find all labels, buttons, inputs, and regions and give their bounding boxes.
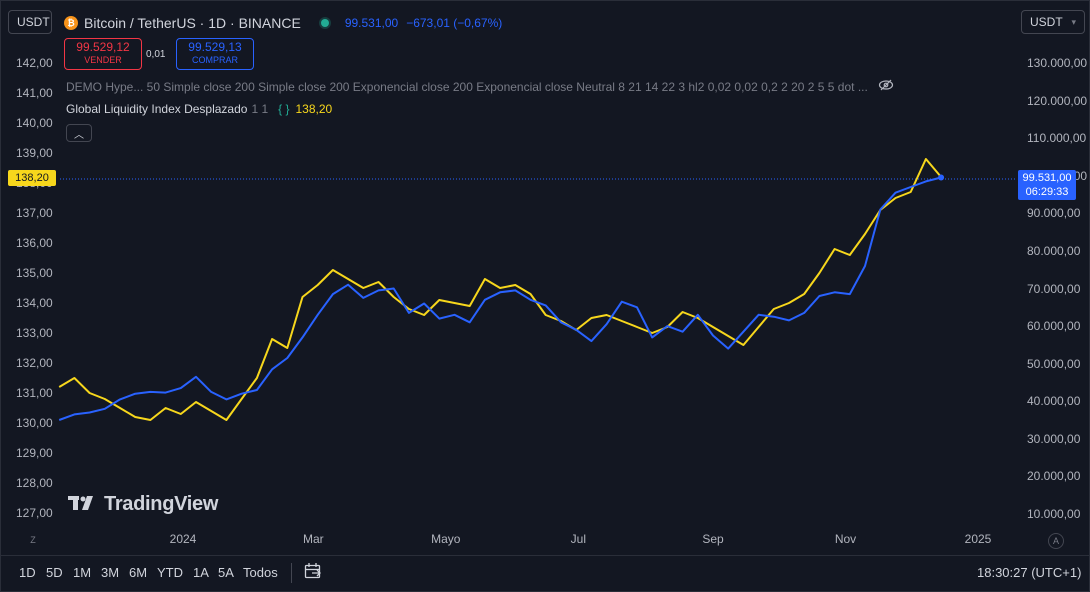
right-axis-tick: 110.000,00 (1027, 131, 1087, 146)
gli-last-value-tag: 138,20 (8, 170, 56, 186)
gli-params: 1 1 (251, 102, 269, 116)
btc-series-line[interactable] (58, 176, 942, 421)
right-axis-tick: 60.000,00 (1027, 319, 1081, 334)
btc-last-point (938, 174, 945, 181)
left-axis-tick: 128,00 (16, 476, 53, 490)
tradingview-watermark: TradingView (68, 493, 218, 516)
chevron-down-icon: ▾ (1071, 16, 1076, 27)
time-axis-tick: Sep (702, 532, 724, 546)
watermark-text: TradingView (104, 493, 219, 515)
left-axis-tick: 129,00 (16, 446, 53, 460)
range-button-1d[interactable]: 1D (19, 565, 36, 580)
time-axis-tick: 2024 (169, 532, 197, 546)
time-axis-tick: Jul (570, 532, 586, 546)
buy-price: 99.529,13 (188, 40, 242, 54)
buy-label: COMPRAR (191, 55, 238, 65)
range-button-3m[interactable]: 3M (101, 565, 119, 580)
left-axis-tick: 137,00 (16, 206, 53, 220)
gli-name: Global Liquidity Index Desplazado (66, 102, 248, 116)
source-code-icon[interactable]: { } (278, 102, 289, 116)
auto-scale-button[interactable]: A (1048, 533, 1064, 549)
spread-value: 0,01 (146, 49, 166, 60)
left-scale-unit-button[interactable]: USDT (8, 10, 52, 34)
range-button-5d[interactable]: 5D (46, 565, 63, 580)
gli-legend-row[interactable]: Global Liquidity Index Desplazado 1 1 { … (66, 102, 332, 116)
right-scale-unit-button[interactable]: USDT ▾ (1021, 10, 1085, 34)
range-button-6m[interactable]: 6M (129, 565, 147, 580)
left-axis-tick: 130,00 (16, 416, 53, 430)
range-button-1m[interactable]: 1M (73, 565, 91, 580)
right-axis-tick: 50.000,00 (1027, 356, 1081, 371)
gli-tag-value: 138,20 (15, 172, 49, 184)
right-axis-tick: 70.000,00 (1027, 281, 1081, 296)
right-axis-tick: 30.000,00 (1027, 431, 1081, 446)
chevron-up-icon: ︿ (74, 129, 84, 141)
btc-last-price-tag: 99.531,00 06:29:33 (1018, 170, 1076, 200)
left-axis-tick: 134,00 (16, 296, 53, 310)
gli-value: 138,20 (295, 102, 333, 116)
sell-label: VENDER (84, 55, 122, 65)
left-axis-tick: 139,00 (16, 146, 53, 160)
right-axis-tick: 90.000,00 (1027, 206, 1081, 221)
left-axis-tick: 132,00 (16, 356, 53, 370)
right-axis-tick: 80.000,00 (1027, 243, 1081, 258)
tradingview-logo-icon (68, 494, 98, 515)
eye-crossed-icon[interactable] (878, 79, 894, 94)
market-open-icon (320, 19, 329, 27)
toolbar-divider (291, 563, 292, 583)
left-axis-tick: 131,00 (16, 386, 53, 400)
symbol-title-row: ₿ Bitcoin / TetherUS · 1D · BINANCE 99.5… (64, 14, 502, 32)
time-axis-tick: 2025 (964, 532, 992, 546)
right-axis-tick: 120.000,00 (1027, 93, 1088, 108)
left-axis-tick: 142,00 (16, 56, 53, 70)
range-button-1a[interactable]: 1A (193, 565, 209, 580)
left-axis-tick: 136,00 (16, 236, 53, 250)
left-axis-tick: 133,00 (16, 326, 53, 340)
last-price: 99.531,00 (344, 16, 399, 30)
right-axis-tick: 130.000,00 (1027, 56, 1088, 70)
left-axis-tick: 135,00 (16, 266, 53, 280)
left-axis-tick: 141,00 (16, 86, 53, 100)
series-layer (58, 158, 945, 421)
left-axis-tick: 127,00 (16, 506, 53, 520)
bar-countdown: 06:29:33 (1025, 186, 1069, 198)
btc-tag-value: 99.531,00 (1022, 172, 1072, 184)
indicators-text: DEMO Hype... 50 Simple close 200 Simple … (66, 79, 868, 94)
date-range-icon[interactable] (303, 561, 323, 586)
zoom-left-button[interactable]: Z (26, 533, 40, 547)
time-axis-tick: Mayo (431, 532, 461, 546)
right-unit-label: USDT (1030, 15, 1063, 29)
right-axis-tick: 10.000,00 (1027, 507, 1081, 521)
sell-price: 99.529,12 (76, 40, 130, 54)
indicators-legend[interactable]: DEMO Hype... 50 Simple close 200 Simple … (66, 79, 894, 94)
a-label: A (1052, 536, 1059, 546)
left-unit-label: USDT (17, 15, 50, 29)
clock-timezone[interactable]: 18:30:27 (UTC+1) (977, 565, 1081, 580)
time-axis-tick: Nov (834, 532, 857, 546)
price-change: −673,01 (−0,67%) (406, 16, 503, 30)
range-button-todos[interactable]: Todos (243, 565, 278, 580)
left-axis-tick: 140,00 (16, 116, 53, 130)
collapse-legend-button[interactable]: ︿ (66, 124, 92, 142)
buy-button[interactable]: 99.529,13 COMPRAR (176, 38, 254, 70)
right-axis-tick: 40.000,00 (1027, 394, 1081, 409)
z-label: Z (30, 535, 36, 545)
sell-button[interactable]: 99.529,12 VENDER (64, 38, 142, 70)
range-button-5a[interactable]: 5A (218, 565, 234, 580)
bitcoin-logo-icon: ₿ (64, 16, 78, 30)
time-axis-tick: Mar (302, 532, 324, 546)
range-button-ytd[interactable]: YTD (157, 565, 183, 580)
symbol-title[interactable]: Bitcoin / TetherUS · 1D · BINANCE (84, 15, 301, 31)
right-axis-tick: 20.000,00 (1027, 469, 1081, 484)
